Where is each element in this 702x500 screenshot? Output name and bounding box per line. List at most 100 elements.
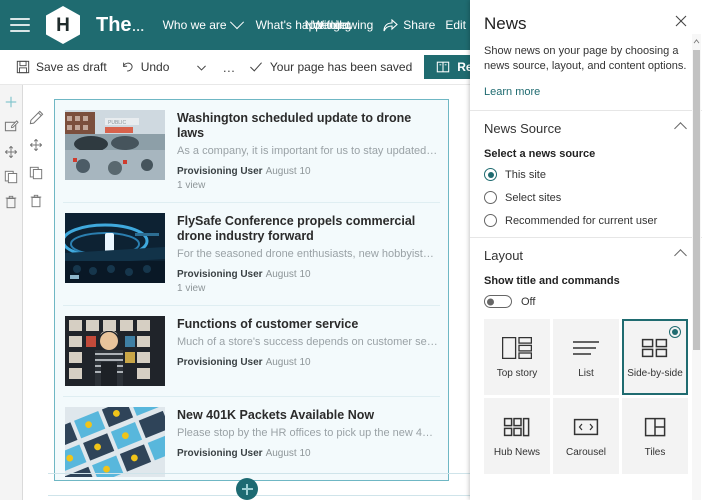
duplicate-section-button[interactable] xyxy=(1,164,21,189)
add-section-button[interactable] xyxy=(1,89,21,114)
chevron-down-icon xyxy=(229,15,244,30)
layout-option-tiles[interactable]: Tiles xyxy=(622,398,688,474)
radio-recommended-for-current-user[interactable]: Recommended for current user xyxy=(484,214,688,227)
widget-label[interactable]: Widget xyxy=(313,18,350,32)
news-item-meta: Provisioning User August 10 xyxy=(177,165,438,178)
list-icon xyxy=(571,336,601,360)
layout-option-list[interactable]: List xyxy=(553,319,619,395)
more-options-button[interactable]: … xyxy=(222,60,237,75)
news-source-section: News Source Select a news source This si… xyxy=(470,111,702,227)
news-item-views: 1 view xyxy=(177,283,206,294)
chevron-up-icon xyxy=(674,249,687,262)
show-title-commands-label: Show title and commands xyxy=(484,275,620,287)
sharepoint-page-editor: H The… Who we are What's happening Not f… xyxy=(0,0,702,500)
news-item-title[interactable]: New 401K Packets Available Now xyxy=(177,408,438,423)
side-by-side-icon xyxy=(640,336,670,360)
layout-option-label: Tiles xyxy=(644,446,666,458)
save-status: Your page has been saved xyxy=(249,60,412,74)
layout-options-grid: Top story List Side-by-side Hub News Car… xyxy=(484,319,688,474)
nav-item-who-we-are[interactable]: Who we are xyxy=(163,15,244,32)
scroll-up-arrow-icon[interactable] xyxy=(693,35,700,47)
layout-option-label: List xyxy=(578,367,594,379)
radio-this-site[interactable]: This site xyxy=(484,168,688,181)
radio-indicator xyxy=(484,214,497,227)
layout-option-label: Top story xyxy=(496,367,538,379)
show-title-commands-toggle[interactable]: Off xyxy=(484,295,688,308)
pencil-icon xyxy=(29,110,43,124)
learn-more-link[interactable]: Learn more xyxy=(484,86,540,98)
checkmark-icon xyxy=(249,62,262,72)
news-item-body: FlySafe Conference propels commercial dr… xyxy=(177,213,438,295)
news-list-item[interactable]: New 401K Packets Available Now Please st… xyxy=(63,397,440,480)
layout-option-label: Hub News xyxy=(493,446,541,458)
page-canvas: PUBLIC Washington scheduled update to dr… xyxy=(48,85,470,500)
market-street-photo: PUBLIC xyxy=(65,110,165,180)
news-item-date: August 10 xyxy=(265,357,311,368)
undo-icon xyxy=(122,62,133,72)
move-webpart-button[interactable] xyxy=(25,131,47,159)
chevron-down-icon xyxy=(197,65,207,71)
panel-scrollbar[interactable] xyxy=(692,34,701,500)
news-thumbnail xyxy=(65,316,165,386)
conference-stage-photo xyxy=(65,213,165,283)
news-thumbnail xyxy=(65,407,165,477)
news-list-item[interactable]: FlySafe Conference propels commercial dr… xyxy=(63,203,440,306)
news-list-item[interactable]: PUBLIC Washington scheduled update to dr… xyxy=(63,100,440,203)
save-icon xyxy=(16,60,30,74)
site-title[interactable]: The… xyxy=(96,14,145,37)
site-header: H The… Who we are What's happening Not f… xyxy=(0,0,470,50)
toggle-state-label: Off xyxy=(521,295,536,308)
news-item-title[interactable]: FlySafe Conference propels commercial dr… xyxy=(177,214,438,244)
overlapping-actions: Not following Widget xyxy=(305,18,374,32)
close-icon[interactable] xyxy=(670,10,692,32)
news-item-meta: Provisioning User August 10 xyxy=(177,356,438,369)
site-logo[interactable]: H xyxy=(46,6,80,44)
layout-option-carousel[interactable]: Carousel xyxy=(553,398,619,474)
edit-button[interactable]: Edit xyxy=(445,18,466,32)
news-source-section-header[interactable]: News Source xyxy=(484,121,688,136)
radio-select-sites[interactable]: Select sites xyxy=(484,191,688,204)
news-item-author: Provisioning User xyxy=(177,269,263,280)
toggle-switch xyxy=(484,295,512,308)
layout-option-side-by-side[interactable]: Side-by-side xyxy=(622,319,688,395)
duplicate-webpart-button[interactable] xyxy=(25,159,47,187)
save-as-draft-button[interactable]: Save as draft xyxy=(16,60,107,74)
undo-dropdown-button[interactable] xyxy=(195,61,208,74)
close-glyph xyxy=(675,15,687,27)
radio-label: This site xyxy=(505,168,546,181)
command-bar: Save as draft Undo … Your page has been … xyxy=(0,50,470,85)
carousel-icon xyxy=(571,415,601,439)
news-thumbnail xyxy=(65,213,165,283)
undo-button[interactable]: Undo xyxy=(121,60,169,74)
edit-webpart-button[interactable] xyxy=(25,103,47,131)
news-webpart[interactable]: PUBLIC Washington scheduled update to dr… xyxy=(54,99,449,481)
news-item-body: Washington scheduled update to drone law… xyxy=(177,110,438,192)
scrollbar-thumb[interactable] xyxy=(693,50,700,350)
republish-button[interactable]: Republish xyxy=(424,55,470,79)
edit-section-button[interactable] xyxy=(1,114,21,139)
layout-option-top-story[interactable]: Top story xyxy=(484,319,550,395)
tiles-icon xyxy=(640,415,670,439)
share-button[interactable]: Share xyxy=(383,18,435,32)
layout-section-header[interactable]: Layout xyxy=(484,248,688,263)
news-item-title[interactable]: Functions of customer service xyxy=(177,317,438,332)
delete-section-button[interactable] xyxy=(1,189,21,214)
radio-indicator xyxy=(484,168,497,181)
radio-label: Recommended for current user xyxy=(505,214,658,227)
top-story-icon xyxy=(502,336,532,360)
delete-webpart-button[interactable] xyxy=(25,187,47,215)
move-icon xyxy=(29,138,43,152)
site-logo-letter: H xyxy=(56,14,70,36)
add-section-circle-button[interactable] xyxy=(236,478,258,500)
webpart-toolbar xyxy=(24,85,48,500)
news-item-author: Provisioning User xyxy=(177,448,263,459)
chevron-up-icon xyxy=(674,122,687,135)
layout-option-hub-news[interactable]: Hub News xyxy=(484,398,550,474)
news-list-item[interactable]: Functions of customer service Much of a … xyxy=(63,306,440,397)
news-item-views: 1 view xyxy=(177,180,206,191)
move-section-button[interactable] xyxy=(1,139,21,164)
layout-option-label: Carousel xyxy=(565,446,607,458)
news-source-section-title: News Source xyxy=(484,121,562,136)
hamburger-icon[interactable] xyxy=(10,13,34,37)
news-item-title[interactable]: Washington scheduled update to drone law… xyxy=(177,111,438,141)
